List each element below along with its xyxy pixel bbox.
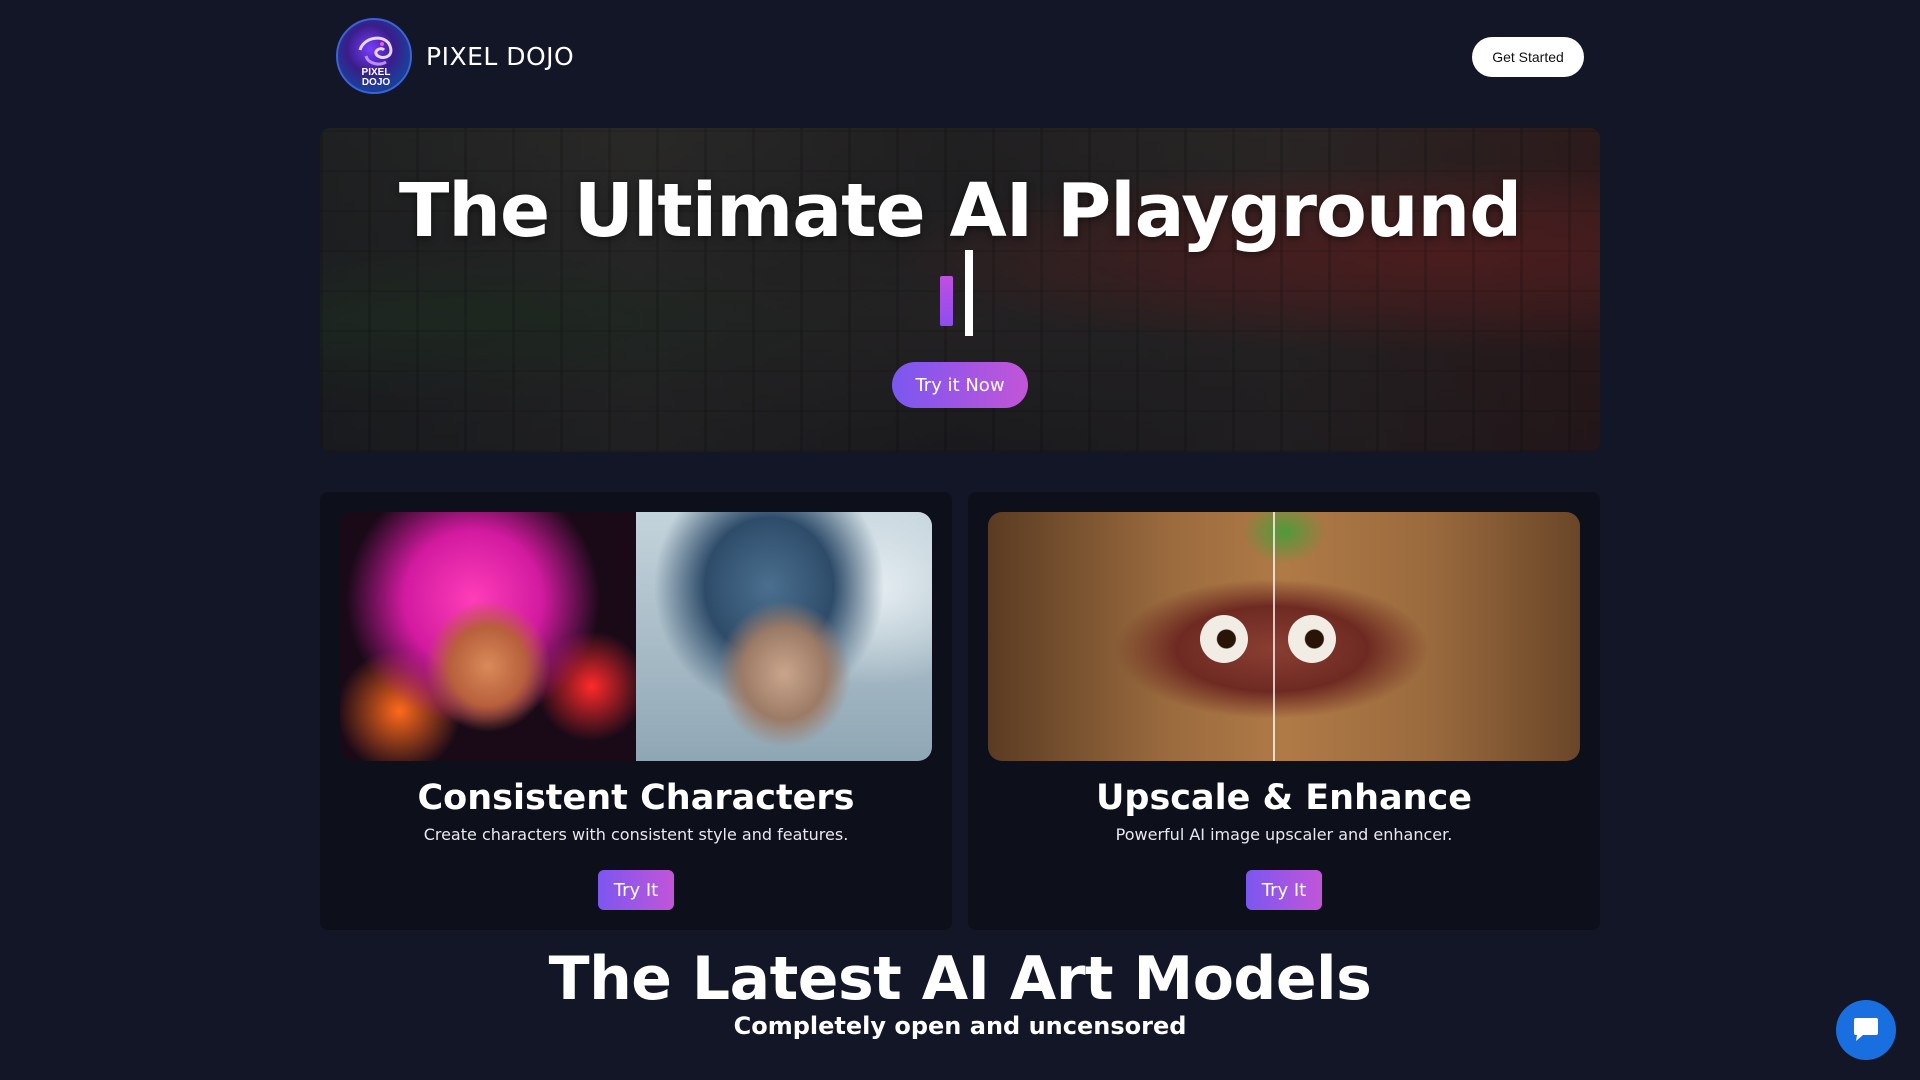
- dragon-logo-icon: PIXEL DOJO: [336, 18, 412, 94]
- try-it-now-button[interactable]: Try it Now: [892, 362, 1028, 408]
- feature-description: Powerful AI image upscaler and enhancer.: [1115, 825, 1453, 844]
- models-section-subtitle: Completely open and uncensored: [733, 1012, 1187, 1040]
- get-started-button[interactable]: Get Started: [1472, 37, 1584, 77]
- chat-bubble-icon[interactable]: [1836, 1000, 1896, 1060]
- steak-character-image: [988, 512, 1580, 761]
- hero-title: The Ultimate AI Playground: [398, 168, 1522, 254]
- character-portrait-smoke: [636, 512, 932, 761]
- try-it-upscale-button[interactable]: Try It: [1246, 870, 1322, 910]
- logo-text-bottom: DOJO: [362, 77, 391, 88]
- right-eye: [1288, 615, 1336, 663]
- feature-title: Consistent Characters: [417, 778, 855, 818]
- models-section-title: The Latest AI Art Models: [548, 944, 1372, 1014]
- brand-link[interactable]: PIXEL DOJO PIXEL DOJO: [336, 16, 574, 96]
- typing-cursor-icon: [965, 250, 973, 336]
- consistent-characters-image: [340, 512, 932, 761]
- brand-name: PIXEL DOJO: [426, 41, 575, 71]
- character-portrait-pink: [340, 512, 636, 761]
- upscale-comparison-image: [988, 512, 1580, 761]
- feature-description: Create characters with consistent style …: [423, 825, 849, 844]
- feature-card-upscale-enhance: Upscale & Enhance Powerful AI image upsc…: [968, 492, 1600, 930]
- feature-title: Upscale & Enhance: [1095, 778, 1473, 818]
- feature-card-consistent-characters: Consistent Characters Create characters …: [320, 492, 952, 930]
- typing-cursor-block: [940, 276, 953, 326]
- site-header: PIXEL DOJO PIXEL DOJO Get Started: [336, 16, 1584, 96]
- try-it-consistent-characters-button[interactable]: Try It: [598, 870, 674, 910]
- comparison-slider-handle[interactable]: [1273, 512, 1275, 761]
- left-eye: [1200, 615, 1248, 663]
- hero-banner: The Ultimate AI Playground Try it Now: [320, 128, 1600, 452]
